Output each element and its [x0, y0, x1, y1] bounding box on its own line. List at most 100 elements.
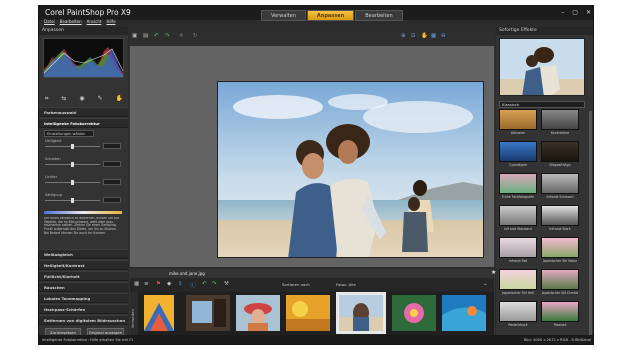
retouch-icon[interactable]: ✎ — [98, 95, 103, 103]
section-farbenauswahl[interactable]: Farbenauswahl — [39, 107, 128, 117]
filmstrip-thumbnail[interactable] — [286, 295, 330, 331]
preset-dropdown[interactable]: Einstellungen wählen — [44, 130, 94, 137]
tools-icon[interactable]: ⚒ — [224, 281, 229, 287]
filmstrip-toolbar: ▦ ≡ ⚑ ◆ ⇪ ⓘ ↶ ↷ ⚒ Sortieren nach Fotos: … — [130, 278, 494, 292]
slider-knob[interactable] — [71, 144, 74, 149]
tab-bearbeiten[interactable]: Bearbeiten — [355, 10, 403, 21]
slider-value-field[interactable] — [103, 179, 121, 185]
filmstrip-thumbnail[interactable] — [392, 295, 436, 331]
effect-thumb[interactable]: Infrarot Rot — [499, 237, 537, 263]
effect-label: Japanischer Stil Hell — [502, 291, 534, 295]
section-rauschentfernung[interactable]: Entfernen von digitalem Bildrauschen — [39, 315, 128, 325]
minimize-icon[interactable]: – — [561, 9, 564, 17]
filmstrip-thumbnail[interactable] — [186, 295, 230, 331]
effect-thumb[interactable]: Frühe Farbfotografie — [499, 173, 537, 199]
effect-thumb[interactable]: Polaroid — [541, 301, 579, 327]
slider-helligkeit[interactable]: Helligkeit — [45, 139, 121, 149]
flag-icon[interactable]: ⚑ — [156, 281, 161, 287]
effect-preview-image — [499, 237, 537, 258]
effect-thumb[interactable]: Infrarot Schwach — [541, 173, 579, 199]
fit-icon[interactable]: ▦ — [431, 33, 436, 39]
section-intelligente-fotokorrektur[interactable]: Intelligente Fotokorrektur — [39, 118, 128, 128]
menu-datei[interactable]: Datei — [44, 19, 55, 26]
slider-value-field[interactable] — [103, 161, 121, 167]
filmstrip-thumbnail[interactable] — [236, 295, 280, 331]
zoom-icon[interactable]: ⊕ — [401, 33, 406, 39]
save-icon[interactable]: ▣ — [132, 33, 137, 39]
tab-anpassen[interactable]: Anpassen — [306, 10, 355, 21]
effect-thumb[interactable]: Konkretiere — [541, 109, 579, 135]
rotate-left-icon[interactable]: ↶ — [202, 281, 207, 287]
slider-knob[interactable] — [71, 198, 74, 203]
share-icon[interactable]: ⇪ — [178, 281, 183, 287]
tag-icon[interactable]: ◆ — [167, 281, 171, 287]
menu-ansicht[interactable]: Ansicht — [87, 19, 102, 26]
slider-schatten[interactable]: Schatten — [45, 157, 121, 167]
effects-scrollbar[interactable] — [589, 111, 592, 341]
app-window: Corel PaintShop Pro X9 Verwalten Anpasse… — [38, 5, 594, 345]
slider-knob[interactable] — [71, 180, 74, 185]
image-canvas[interactable] — [130, 46, 494, 267]
sort-dropdown[interactable]: Sortieren nach — [280, 281, 310, 288]
status-bar: Intelligente Fotokorrektur: Hilfe erhalt… — [39, 335, 593, 344]
redo-icon[interactable]: ↷ — [165, 33, 170, 39]
histogram — [43, 38, 124, 78]
rotate-icon[interactable]: ↻ — [193, 33, 198, 39]
filter-dropdown[interactable]: Fotos: Alle — [334, 281, 356, 288]
red-eye-icon[interactable]: ◉ — [79, 95, 84, 103]
straighten-icon[interactable]: ⇆ — [61, 95, 66, 103]
effect-category-dropdown[interactable]: Klassisch — [499, 101, 585, 108]
main-photo[interactable] — [217, 81, 484, 258]
info-icon[interactable]: ⓘ — [190, 281, 196, 289]
list-icon[interactable]: ≡ — [144, 281, 149, 287]
app-title: Corel PaintShop Pro X9 — [45, 8, 131, 17]
effect-thumb[interactable]: Diapositivtyp — [541, 141, 579, 167]
effect-thumb[interactable]: Cyanotypie — [499, 141, 537, 167]
section-fuelllicht[interactable]: Fülllicht/Klarheit — [39, 271, 128, 281]
effect-label: Altmalen — [510, 131, 526, 135]
section-weissabgleich[interactable]: Weißabgleich — [39, 249, 128, 259]
menu-bearbeiten[interactable]: Bearbeiten — [60, 19, 82, 26]
slider-lichter[interactable]: Lichter — [45, 175, 121, 185]
effect-thumb[interactable]: Infrarot Standard — [499, 205, 537, 231]
print-icon[interactable]: ▤ — [143, 33, 148, 39]
menu-hilfe[interactable]: Hilfe — [106, 19, 115, 26]
undo-icon[interactable]: ↶ — [154, 33, 159, 39]
close-icon[interactable]: ✕ — [586, 9, 591, 17]
effect-label: Infrarot Standard — [504, 227, 532, 231]
slider-value-field[interactable] — [103, 197, 121, 203]
rotate-right-icon[interactable]: ↷ — [212, 281, 217, 287]
slider-saettigung[interactable]: Sättigung — [45, 193, 121, 203]
filmstrip-thumbnail[interactable] — [442, 295, 486, 331]
section-rauschen[interactable]: Rauschen — [39, 282, 128, 292]
crop-icon[interactable]: ⌗ — [45, 95, 48, 103]
effect-label: Pastelldruck — [508, 323, 528, 327]
effect-label: Frühe Farbfotografie — [501, 195, 535, 199]
chevron-down-icon[interactable]: ⌄ — [483, 281, 488, 287]
effect-thumb[interactable]: Japanischer Stil Hell — [499, 269, 537, 295]
window-controls: – ▢ ✕ — [561, 9, 591, 17]
filmstrip-thumbnail[interactable] — [144, 295, 174, 331]
effect-thumb[interactable]: Japanischer Stil Natur — [541, 237, 579, 263]
delete-icon[interactable]: ✕ — [179, 33, 184, 39]
effect-preview — [499, 38, 585, 96]
effect-preview-image — [499, 109, 537, 130]
effect-label: Japanischer Stil Dunkel — [541, 291, 579, 295]
hand-icon[interactable]: ✋ — [421, 33, 428, 39]
effect-thumb[interactable]: Pastelldruck — [499, 301, 537, 327]
effect-thumb[interactable]: Japanischer Stil Dunkel — [541, 269, 579, 295]
brush-icon[interactable]: ✋ — [116, 95, 123, 103]
effect-thumb[interactable]: Infrarot Stark — [541, 205, 579, 231]
grid-icon[interactable]: ▦ — [134, 281, 139, 287]
section-hochpass-schaerfen[interactable]: Hochpass-Schärfen — [39, 304, 128, 314]
slider-value-field[interactable] — [103, 143, 121, 149]
zoom-out-icon[interactable]: ⊖ — [441, 33, 446, 39]
zoom-fit-icon[interactable]: ⊡ — [411, 33, 416, 39]
filmstrip-thumbnail-selected[interactable] — [336, 292, 386, 334]
section-lokales-tonemapping[interactable]: Lokales Tonemapping — [39, 293, 128, 303]
slider-knob[interactable] — [71, 162, 74, 167]
section-helligkeit-kontrast[interactable]: Helligkeit/Kontrast — [39, 260, 128, 270]
effect-thumb[interactable]: Altmalen — [499, 109, 537, 135]
tab-verwalten[interactable]: Verwalten — [261, 10, 306, 21]
maximize-icon[interactable]: ▢ — [572, 9, 578, 17]
